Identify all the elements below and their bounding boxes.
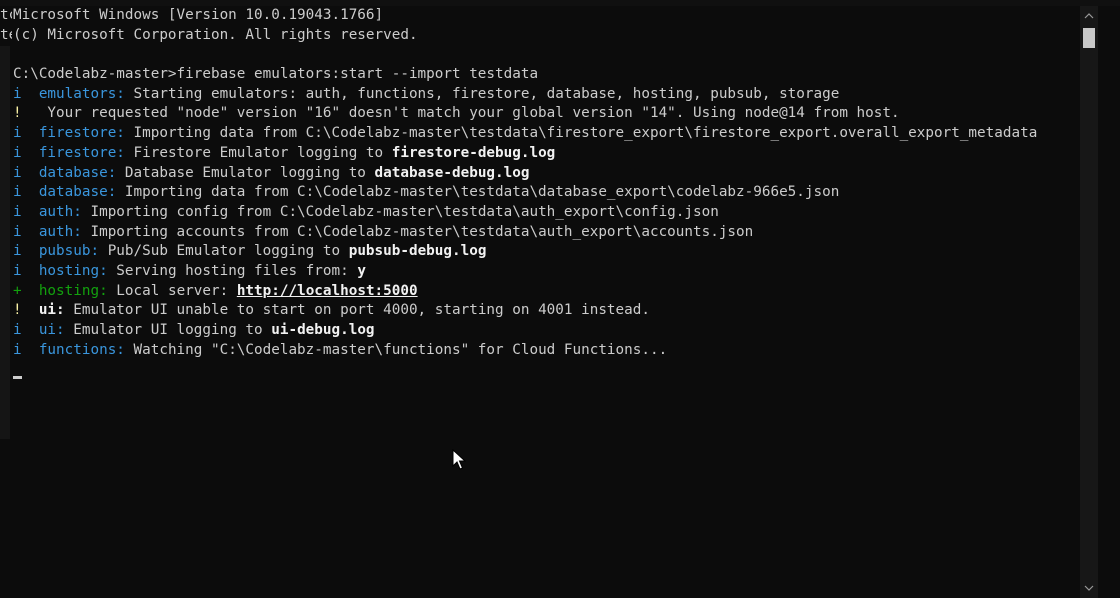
log-source-name: firestore: bbox=[38, 144, 125, 161]
log-text: Database Emulator logging to bbox=[116, 164, 375, 181]
log-text: ui-debug.log bbox=[271, 322, 375, 338]
edge-text-line: te bbox=[0, 26, 12, 43]
log-level-marker: i bbox=[13, 223, 22, 240]
log-source-name: ui: bbox=[38, 302, 65, 319]
console-line: i database: Importing data from C:\Codel… bbox=[13, 183, 1076, 203]
console-line: i database: Database Emulator logging to… bbox=[13, 164, 1076, 184]
server-url-link[interactable]: http://localhost:5000 bbox=[237, 283, 418, 299]
log-level-marker: i bbox=[13, 341, 22, 358]
log-text: database-debug.log bbox=[374, 164, 530, 181]
console-line: ! ui: Emulator UI unable to start on por… bbox=[13, 301, 1076, 321]
log-text: Importing config from C:\Codelabz-master… bbox=[81, 203, 719, 220]
console-line: i firestore: Importing data from C:\Code… bbox=[13, 124, 1076, 144]
log-level-marker: i bbox=[13, 243, 22, 260]
log-source-name: auth: bbox=[38, 223, 82, 240]
log-text: Watching "C:\Codelabz-master\functions" … bbox=[124, 341, 668, 358]
log-level-marker: ! bbox=[13, 302, 22, 319]
console-line: ! Your requested "node" version "16" doe… bbox=[13, 104, 1076, 124]
log-level-marker: ! bbox=[13, 105, 22, 122]
vertical-scrollbar[interactable] bbox=[1080, 6, 1098, 598]
log-text: Importing data from C:\Codelabz-master\t… bbox=[116, 184, 840, 201]
console-line: Microsoft Windows [Version 10.0.19043.17… bbox=[13, 6, 1076, 26]
console-line: (c) Microsoft Corporation. All rights re… bbox=[13, 26, 1076, 46]
log-source-name: ui: bbox=[38, 322, 65, 338]
scrollbar-thumb[interactable] bbox=[1083, 28, 1095, 48]
log-source-name: emulators: bbox=[38, 85, 125, 102]
log-source-name: pubsub: bbox=[38, 243, 100, 260]
log-text: Microsoft Windows [Version 10.0.19043.17… bbox=[13, 7, 384, 23]
log-text: Emulator UI unable to start on port 4000… bbox=[64, 302, 650, 319]
log-text: Serving hosting files from: bbox=[107, 262, 358, 279]
console-line: C:\Codelabz-master>firebase emulators:st… bbox=[13, 65, 1076, 85]
log-text: Local server: bbox=[107, 282, 237, 299]
text-cursor bbox=[13, 376, 22, 379]
log-text: Starting emulators: auth, functions, fir… bbox=[124, 85, 840, 102]
log-text: y bbox=[357, 262, 366, 279]
log-text: (c) Microsoft Corporation. All rights re… bbox=[13, 26, 418, 43]
console-line: i auth: Importing accounts from C:\Codel… bbox=[13, 223, 1076, 243]
log-level-marker: i bbox=[13, 144, 22, 161]
log-text: Emulator UI logging to bbox=[64, 322, 272, 338]
console-line: i hosting: Serving hosting files from: y bbox=[13, 262, 1076, 282]
background-window-strip bbox=[0, 46, 10, 439]
log-level-marker: + bbox=[13, 282, 22, 299]
console-line: i auth: Importing config from C:\Codelab… bbox=[13, 203, 1076, 223]
console-line: + hosting: Local server: http://localhos… bbox=[13, 282, 1076, 302]
terminal-window[interactable]: tc te Microsoft Windows [Version 10.0.19… bbox=[0, 0, 1120, 598]
log-level-marker: i bbox=[13, 203, 22, 220]
console-line: i functions: Watching "C:\Codelabz-maste… bbox=[13, 341, 1076, 361]
log-level-marker: i bbox=[13, 184, 22, 201]
console-line: i ui: Emulator UI logging to ui-debug.lo… bbox=[13, 321, 1076, 341]
log-source-name: hosting: bbox=[38, 262, 108, 279]
log-text: Firestore Emulator logging to bbox=[124, 144, 392, 161]
log-text: C:\Codelabz-master>firebase emulators:st… bbox=[13, 66, 539, 83]
mouse-pointer-icon bbox=[452, 448, 467, 471]
log-level-marker: i bbox=[13, 125, 22, 142]
console-output[interactable]: Microsoft Windows [Version 10.0.19043.17… bbox=[13, 6, 1076, 360]
log-text: Importing data from C:\Codelabz-master\t… bbox=[124, 125, 1038, 142]
log-text: Importing accounts from C:\Codelabz-mast… bbox=[81, 223, 754, 240]
log-source-name: functions: bbox=[38, 341, 125, 358]
log-level-marker: i bbox=[13, 164, 22, 181]
chevron-down-icon[interactable] bbox=[1080, 580, 1098, 596]
log-level-marker: i bbox=[13, 85, 22, 102]
chevron-up-icon[interactable] bbox=[1080, 8, 1098, 24]
edge-text-line: tc bbox=[0, 7, 12, 23]
log-text: pubsub-debug.log bbox=[348, 243, 487, 260]
console-line: i firestore: Firestore Emulator logging … bbox=[13, 144, 1076, 164]
log-text: firestore-debug.log bbox=[391, 144, 556, 161]
background-window-edge: tc te bbox=[0, 6, 12, 46]
console-line: i emulators: Starting emulators: auth, f… bbox=[13, 85, 1076, 105]
log-level-marker: i bbox=[13, 262, 22, 279]
log-source-name: hosting: bbox=[38, 282, 108, 299]
log-source-name: database: bbox=[38, 184, 117, 201]
log-text: Pub/Sub Emulator logging to bbox=[99, 243, 349, 260]
log-source-name: firestore: bbox=[38, 125, 125, 142]
log-source-name: database: bbox=[38, 164, 117, 181]
log-source-name: auth: bbox=[38, 203, 82, 220]
log-text: Your requested "node" version "16" doesn… bbox=[38, 105, 900, 122]
console-line: i pubsub: Pub/Sub Emulator logging to pu… bbox=[13, 242, 1076, 262]
log-level-marker: i bbox=[13, 322, 22, 338]
